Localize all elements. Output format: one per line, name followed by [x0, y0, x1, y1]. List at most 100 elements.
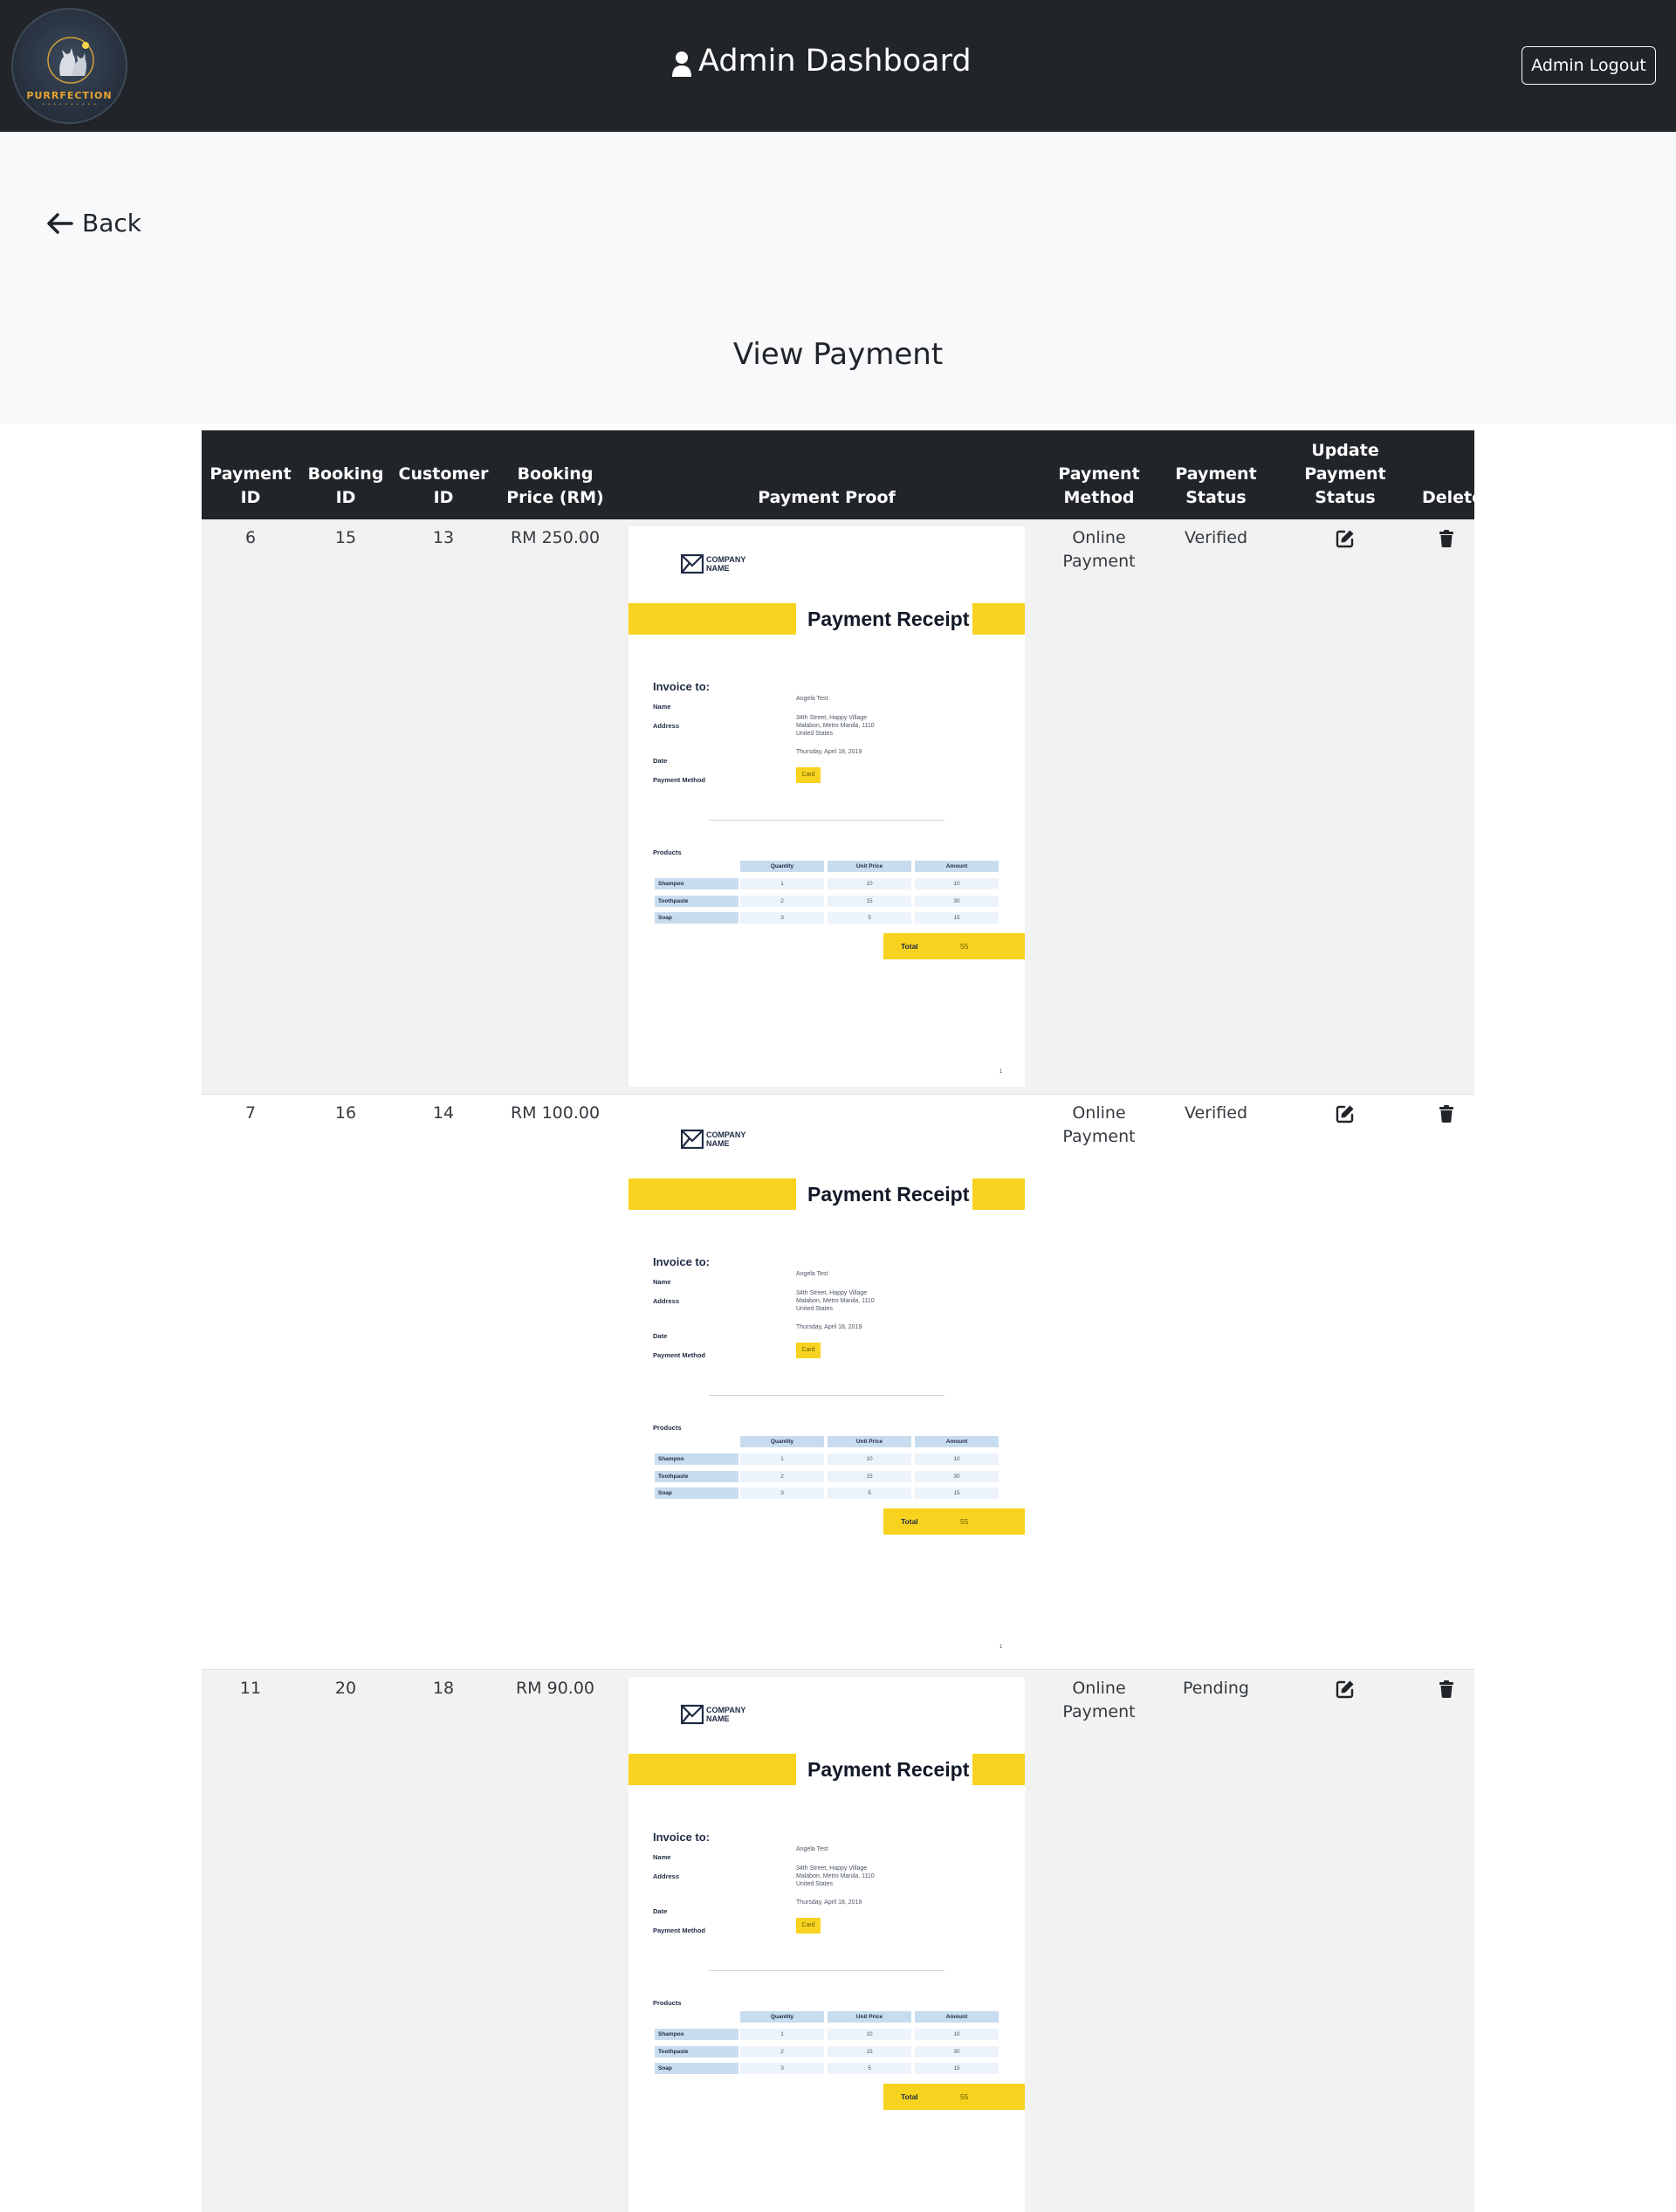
receipt-accent-bar — [628, 1178, 796, 1210]
receipt-accent-bar — [972, 1754, 1025, 1785]
receipt-total-box: Total 55 — [883, 2084, 1025, 2110]
payment-status: Verified — [1184, 528, 1248, 547]
col-header-payment-proof: Payment Proof — [615, 430, 1038, 519]
trash-icon[interactable] — [1436, 1103, 1457, 1124]
col-header-customer-id: Customer ID — [392, 430, 495, 519]
payment-status: Pending — [1183, 1679, 1249, 1698]
col-header-booking-price: Booking Price (RM) — [495, 430, 615, 519]
receipt-item-name: Soap — [655, 2063, 738, 2074]
receipt-payment-method-label: Payment Method — [653, 776, 706, 784]
update-status-cell — [1272, 1094, 1418, 1670]
receipt-item-quantity: 3 — [740, 912, 824, 924]
receipt-name-value: Angela Test — [796, 1846, 828, 1852]
receipt-col-amount: Amount — [915, 2011, 999, 2023]
customer-id: 13 — [432, 528, 455, 547]
trash-icon[interactable] — [1436, 528, 1457, 549]
receipt-item-quantity: 3 — [740, 2063, 824, 2074]
receipt-item-amount: 15 — [915, 2063, 999, 2074]
receipt-address-line3: United States — [796, 1306, 834, 1312]
payment-id-cell: 7 — [202, 1094, 299, 1670]
booking-id: 15 — [334, 528, 357, 547]
back-link[interactable]: Back — [45, 209, 141, 237]
cats-logo-icon — [47, 37, 94, 84]
delete-cell — [1418, 1094, 1474, 1670]
payment-id: 11 — [239, 1679, 262, 1698]
receipt-company-line2: NAME — [706, 564, 730, 573]
receipt-address-line1: 34th Street, Happy Village — [796, 715, 868, 721]
receipt-item-name: Shampoo — [655, 1453, 738, 1465]
edit-icon[interactable] — [1335, 528, 1356, 549]
payment-status-cell: Pending — [1160, 1669, 1272, 2212]
receipt-accent-bar — [972, 1178, 1025, 1210]
trash-icon[interactable] — [1436, 1679, 1457, 1700]
payment-proof-image[interactable]: COMPANY NAME Payment Receipt Invoice to:… — [628, 1677, 1025, 2212]
receipt-item-unit-price: 5 — [828, 912, 911, 924]
booking-price-cell: RM 90.00 — [495, 1669, 615, 2212]
payment-proof-image[interactable]: COMPANY NAME Payment Receipt Invoice to:… — [628, 1102, 1025, 1662]
receipt-divider — [709, 820, 944, 821]
receipt-item-name: Soap — [655, 1487, 738, 1499]
col-header-update-status: Update Payment Status — [1272, 430, 1418, 519]
receipt-item-amount: 30 — [915, 1471, 999, 1482]
receipt-total-box: Total 55 — [883, 1508, 1025, 1535]
table-row: 11 20 18 RM 90.00 COMPANY NAME Payment R… — [202, 1669, 1474, 2212]
receipt-item-quantity: 1 — [740, 2029, 824, 2040]
receipt-products-label: Products — [653, 1424, 682, 1432]
receipt-item-amount: 30 — [915, 896, 999, 907]
receipt-address-value: 34th Street, Happy Village Malabon, Metr… — [796, 1289, 875, 1313]
brand-logo[interactable]: PURRFECTION • • • • • • • • • • — [11, 8, 127, 124]
receipt-date-value: Thursday, April 18, 2019 — [796, 1324, 862, 1330]
payment-status: Verified — [1184, 1103, 1248, 1123]
booking-price: RM 100.00 — [510, 1103, 601, 1123]
payment-proof-image[interactable]: COMPANY NAME Payment Receipt Invoice to:… — [628, 526, 1025, 1087]
receipt-item-quantity: 2 — [740, 896, 824, 907]
booking-id: 16 — [334, 1103, 357, 1123]
receipt-title: Payment Receipt — [807, 608, 970, 630]
booking-price: RM 250.00 — [510, 528, 601, 547]
receipt-address-line3: United States — [796, 731, 834, 737]
receipt-accent-bar — [628, 1754, 796, 1785]
receipt-products-label: Products — [653, 1999, 682, 2007]
receipt-item-amount: 10 — [915, 878, 999, 890]
receipt-address-line1: 34th Street, Happy Village — [796, 1290, 868, 1296]
customer-id: 14 — [432, 1103, 455, 1123]
receipt-divider — [709, 1395, 944, 1396]
payment-id: 6 — [244, 528, 257, 547]
receipt-company-line1: COMPANY — [706, 1130, 746, 1139]
receipt-address-label: Address — [653, 1872, 680, 1880]
receipt-item-unit-price: 15 — [828, 2046, 911, 2057]
receipt-name-value: Angela Test — [796, 696, 828, 702]
receipt-col-unit-price: Unit Price — [828, 1436, 911, 1447]
booking-id-cell: 16 — [299, 1094, 392, 1670]
receipt-item-amount: 10 — [915, 1453, 999, 1465]
edit-icon[interactable] — [1335, 1103, 1356, 1124]
receipt-total-label: Total — [901, 2092, 918, 2101]
update-status-cell — [1272, 519, 1418, 1095]
dashboard-title-text: Admin Dashboard — [698, 44, 972, 79]
receipt-col-quantity: Quantity — [740, 1436, 824, 1447]
col-header-booking-id: Booking ID — [299, 430, 392, 519]
envelope-logo-icon — [681, 553, 704, 574]
receipt-address-line1: 34th Street, Happy Village — [796, 1865, 868, 1872]
update-status-cell — [1272, 1669, 1418, 2212]
admin-logout-button[interactable]: Admin Logout — [1521, 46, 1656, 85]
receipt-accent-bar — [628, 603, 796, 635]
col-header-payment-method: Payment Method — [1038, 430, 1160, 519]
receipt-item-unit-price: 15 — [828, 1471, 911, 1482]
dashboard-title: Admin Dashboard — [672, 40, 972, 82]
receipt-company-line1: COMPANY — [706, 1706, 746, 1714]
top-navbar: PURRFECTION • • • • • • • • • • Admin Da… — [0, 0, 1676, 132]
page-title: View Payment — [732, 337, 944, 372]
receipt-address-value: 34th Street, Happy Village Malabon, Metr… — [796, 714, 875, 738]
receipt-item-unit-price: 10 — [828, 2029, 911, 2040]
back-label: Back — [82, 209, 141, 237]
user-icon — [672, 52, 691, 77]
receipt-address-line2: Malabon, Metro Manila, 1110 — [796, 723, 875, 729]
envelope-logo-icon — [681, 1704, 704, 1725]
payment-status-cell: Verified — [1160, 519, 1272, 1095]
receipt-item-name: Shampoo — [655, 2029, 738, 2040]
edit-icon[interactable] — [1335, 1679, 1356, 1700]
table-row: 6 15 13 RM 250.00 COMPANY NAME Payment R… — [202, 519, 1474, 1095]
receipt-item-amount: 30 — [915, 2046, 999, 2057]
booking-id-cell: 15 — [299, 519, 392, 1095]
